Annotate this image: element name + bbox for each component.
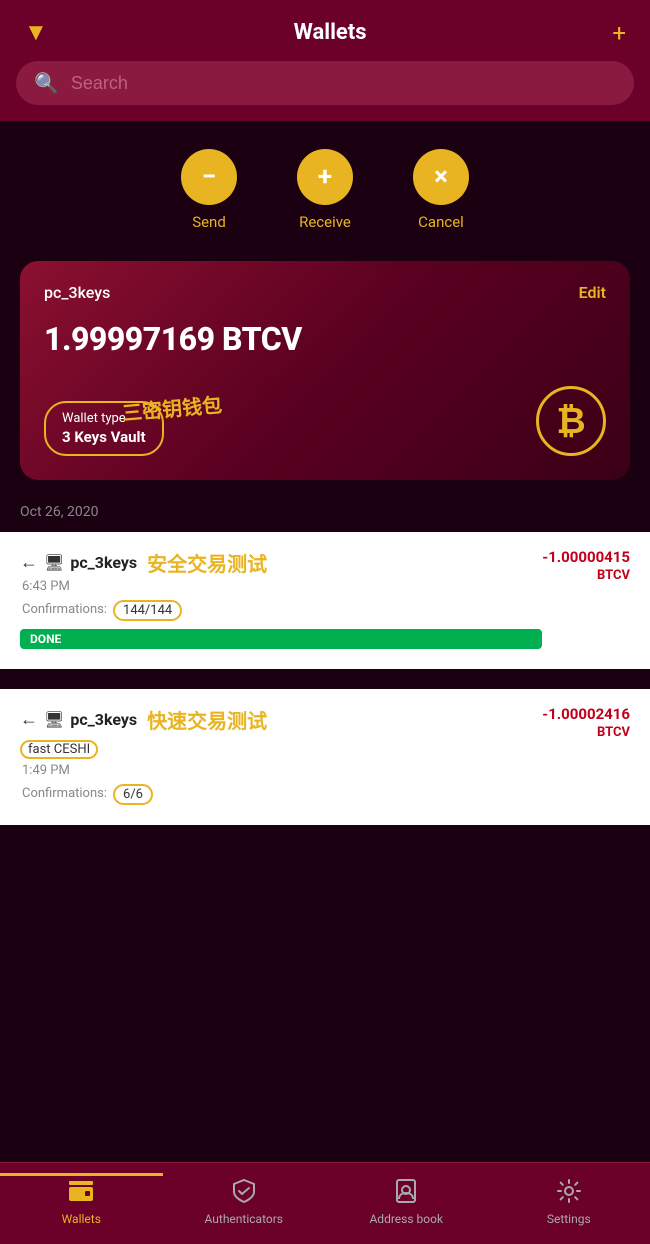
- action-bar: − Send + Receive × Cancel: [0, 121, 650, 251]
- cancel-button[interactable]: × Cancel: [413, 149, 469, 231]
- settings-nav-icon: [555, 1177, 583, 1212]
- address-book-nav-icon: [392, 1177, 420, 1212]
- tx-chinese-label: 快速交易测试: [147, 705, 267, 734]
- authenticators-nav-label: Authenticators: [205, 1212, 283, 1226]
- bitcoin-icon: ₿: [536, 386, 606, 456]
- tx-fast-label: fast CESHI: [20, 740, 98, 759]
- add-icon[interactable]: +: [612, 19, 626, 47]
- tx-status-badge: DONE: [20, 629, 542, 649]
- tx-arrow-icon: ←: [20, 709, 38, 730]
- authenticators-nav-icon: [230, 1177, 258, 1212]
- nav-item-authenticators[interactable]: Authenticators: [163, 1173, 326, 1226]
- tx-title-row: ← 🖥 pc_3keys 快速交易测试: [20, 705, 542, 734]
- receive-label: Receive: [299, 213, 351, 231]
- tx-wallet-icon: 🖥: [44, 553, 64, 572]
- nav-item-settings[interactable]: Settings: [488, 1173, 650, 1226]
- wallet-edit-button[interactable]: Edit: [579, 283, 606, 302]
- bottom-nav: Wallets Authenticators Address book: [0, 1162, 650, 1244]
- tx-confirmations-label: Confirmations:: [20, 786, 107, 801]
- send-button[interactable]: − Send: [181, 149, 237, 231]
- search-input[interactable]: [71, 73, 616, 94]
- nav-active-indicator: [0, 1173, 163, 1176]
- tx-left: ← 🖥 pc_3keys 快速交易测试 fast CESHI 1:49 PM C…: [20, 705, 542, 805]
- send-icon: −: [181, 149, 237, 205]
- wallets-nav-icon: [67, 1177, 95, 1212]
- tx-time: 1:49 PM: [20, 763, 542, 778]
- section-date: Oct 26, 2020: [0, 500, 650, 532]
- tx-amount: -1.00002416 BTCV: [542, 705, 630, 741]
- tx-amount: -1.00000415 BTCV: [542, 548, 630, 584]
- wallet-card-header: pc_3keys Edit: [44, 283, 606, 302]
- wallet-chinese-label: 三密钥钱包: [121, 389, 223, 427]
- header: ▼ Wallets +: [0, 0, 650, 61]
- nav-item-address-book[interactable]: Address book: [325, 1173, 488, 1226]
- filter-icon[interactable]: ▼: [24, 18, 48, 47]
- send-label: Send: [192, 213, 226, 231]
- wallet-name: pc_3keys: [44, 283, 110, 302]
- tx-confirmations-value: 144/144: [113, 600, 182, 621]
- tx-name: pc_3keys: [70, 710, 137, 729]
- wallets-nav-label: Wallets: [62, 1212, 101, 1226]
- wallet-card-wrap: pc_3keys Edit 1.99997169 BTCV Wallet typ…: [0, 251, 650, 500]
- cancel-icon: ×: [413, 149, 469, 205]
- tx-arrow-icon: ←: [20, 552, 38, 573]
- receive-icon: +: [297, 149, 353, 205]
- nav-item-wallets[interactable]: Wallets: [0, 1173, 163, 1226]
- tx-time: 6:43 PM: [20, 579, 542, 594]
- tx-confirmations-label: Confirmations:: [20, 602, 107, 617]
- wallet-type-box: Wallet type 3 Keys Vault 三密钥钱包: [44, 401, 164, 456]
- tx-currency: BTCV: [542, 568, 630, 585]
- cancel-label: Cancel: [418, 213, 464, 231]
- settings-nav-label: Settings: [547, 1212, 591, 1226]
- search-bar: 🔍: [0, 61, 650, 121]
- tx-title-row: ← 🖥 pc_3keys 安全交易测试: [20, 548, 542, 577]
- tx-wallet-icon: 🖥: [44, 710, 64, 729]
- page-title: Wallets: [294, 20, 367, 45]
- tx-left: ← 🖥 pc_3keys 安全交易测试 6:43 PM Confirmation…: [20, 548, 542, 649]
- tx-currency: BTCV: [542, 725, 630, 742]
- tx-name: pc_3keys: [70, 553, 137, 572]
- wallet-type-value: 3 Keys Vault: [62, 428, 146, 446]
- tx-chinese-label: 安全交易测试: [147, 548, 267, 577]
- wallet-footer: Wallet type 3 Keys Vault 三密钥钱包 ₿: [44, 386, 606, 456]
- tx-confirmations-value: 6/6: [113, 784, 153, 805]
- transaction-item[interactable]: ← 🖥 pc_3keys 快速交易测试 fast CESHI 1:49 PM C…: [0, 689, 650, 825]
- wallet-balance: 1.99997169 BTCV: [44, 320, 606, 358]
- receive-button[interactable]: + Receive: [297, 149, 353, 231]
- search-icon: 🔍: [34, 71, 59, 95]
- transaction-item[interactable]: ← 🖥 pc_3keys 安全交易测试 6:43 PM Confirmation…: [0, 532, 650, 669]
- wallet-card[interactable]: pc_3keys Edit 1.99997169 BTCV Wallet typ…: [20, 261, 630, 480]
- address-book-nav-label: Address book: [369, 1212, 443, 1226]
